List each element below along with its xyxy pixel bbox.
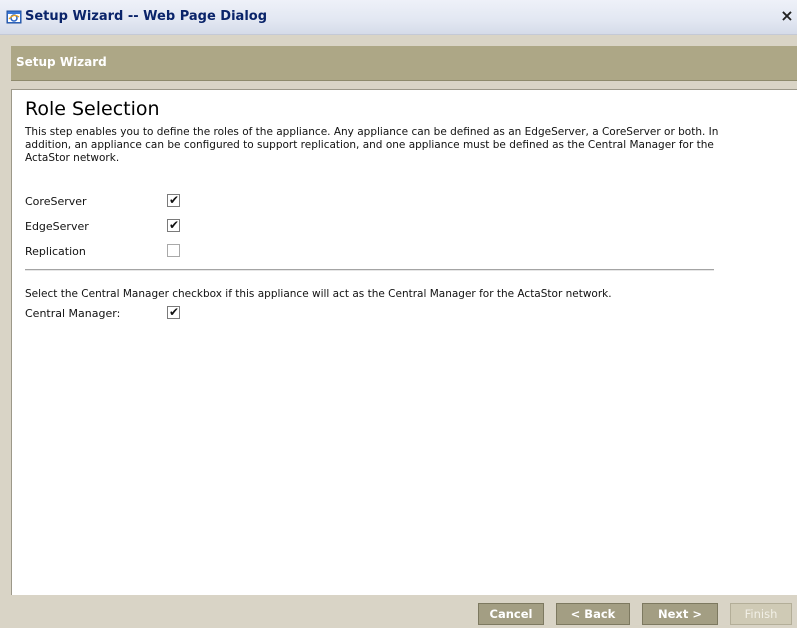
page-description: This step enables you to define the role… (25, 126, 719, 164)
central-manager-instruction: Select the Central Manager checkbox if t… (25, 288, 612, 300)
cancel-button[interactable]: Cancel (478, 603, 544, 625)
check-icon: ✔ (169, 193, 180, 207)
back-button[interactable]: < Back (556, 603, 630, 625)
wizard-header: Setup Wizard (11, 46, 797, 81)
title-bar: Setup Wizard -- Web Page Dialog × (0, 0, 797, 35)
dialog-window: Setup Wizard -- Web Page Dialog × Setup … (0, 0, 797, 628)
edgeserver-checkbox[interactable]: ✔ (167, 218, 180, 232)
page-title: Role Selection (25, 98, 160, 120)
next-button[interactable]: Next > (642, 603, 718, 625)
window-title: Setup Wizard -- Web Page Dialog (25, 9, 268, 24)
central-manager-label: Central Manager: (25, 307, 121, 320)
check-icon: ✔ (169, 218, 180, 232)
close-icon[interactable]: × (779, 7, 795, 25)
role-label: Replication (25, 245, 86, 258)
ie-window-icon (6, 10, 22, 24)
role-label: EdgeServer (25, 220, 89, 233)
check-icon: ✔ (169, 305, 180, 319)
replication-checkbox[interactable] (167, 244, 180, 257)
wizard-footer: Cancel < Back Next > Finish (0, 596, 797, 628)
wizard-header-title: Setup Wizard (16, 55, 107, 69)
role-label: CoreServer (25, 195, 87, 208)
finish-button[interactable]: Finish (730, 603, 792, 625)
central-manager-checkbox[interactable]: ✔ (167, 305, 180, 319)
section-divider (25, 269, 714, 271)
content-panel: Role Selection This step enables you to … (11, 89, 797, 595)
coreserver-checkbox[interactable]: ✔ (167, 193, 180, 207)
